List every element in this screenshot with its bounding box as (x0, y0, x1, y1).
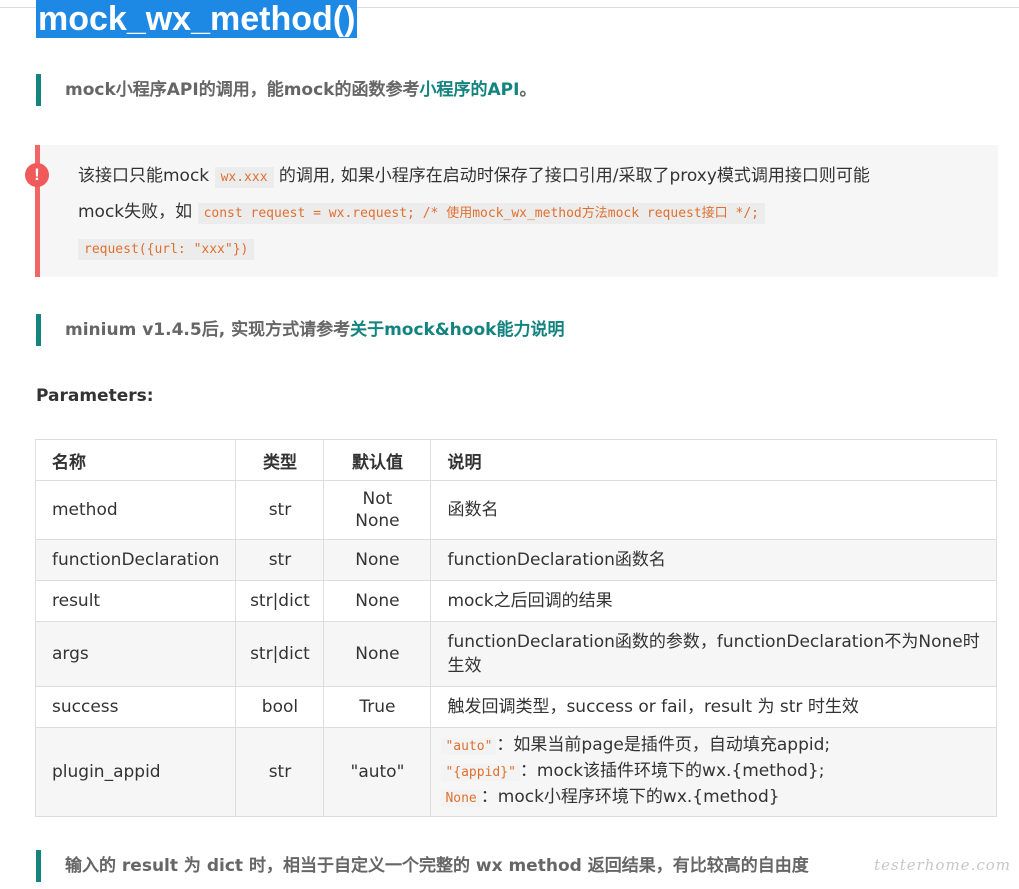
param-type: str (235, 727, 325, 817)
parameters-table: 名称 类型 默认值 说明 method str Not None 函数名 fun… (34, 439, 997, 817)
param-default: True (323, 686, 432, 728)
param-default: Not None (323, 480, 432, 540)
request-call-code: request({url: "xxx"}) (78, 239, 255, 260)
table-header-row: 名称 类型 默认值 说明 (34, 439, 997, 481)
param-description: 函数名 (430, 480, 997, 540)
intro-quote-text: mock小程序API的调用，能mock的函数参考 (65, 80, 420, 100)
version-quote: minium v1.4.5后, 实现方式请参考关于mock&hook能力说明 (36, 314, 564, 346)
table-row: result str|dict None mock之后回调的结果 (34, 580, 997, 622)
mock-hook-link[interactable]: 关于mock&hook能力说明 (350, 320, 564, 340)
intro-quote: mock小程序API的调用，能mock的函数参考小程序的API。 (36, 74, 536, 106)
table-row: method str Not None 函数名 (34, 480, 997, 540)
warning-line1-b: 的调用, 如果小程序在启动时保存了接口引用/采取了proxy模式调用接口则可能 (273, 166, 870, 186)
header-type: 类型 (235, 439, 325, 481)
param-name: method (34, 480, 237, 540)
site-watermark: testerhome.com (874, 856, 1011, 874)
wx-xxx-code: wx.xxx (214, 167, 274, 188)
param-default: None (323, 539, 432, 581)
param-type: str (235, 480, 325, 540)
header-description: 说明 (430, 439, 997, 481)
note-code: "{appid}" (441, 764, 520, 781)
note-text: ：mock该插件环境下的wx.{method}; (519, 761, 825, 781)
param-default: None (323, 621, 432, 687)
warning-callout: ! 该接口只能mock wx.xxx 的调用, 如果小程序在启动时保存了接口引用… (25, 145, 998, 277)
param-description: 触发回调类型，success or fail，result 为 str 时生效 (430, 686, 997, 728)
parameters-heading: Parameters: (36, 386, 154, 406)
param-description: mock之后回调的结果 (430, 580, 997, 622)
header-default: 默认值 (323, 439, 432, 481)
exclamation-icon: ! (25, 163, 49, 187)
param-type: bool (235, 686, 325, 728)
param-name: success (34, 686, 237, 728)
table-row: success bool True 触发回调类型，success or fail… (34, 686, 997, 728)
warning-text: 该接口只能mock wx.xxx 的调用, 如果小程序在启动时保存了接口引用/采… (78, 159, 870, 267)
param-description: functionDeclaration函数名 (430, 539, 997, 581)
note-code: "auto" (441, 738, 497, 755)
result-dict-quote-text: 输入的 result 为 dict 时，相当于自定义一个完整的 wx metho… (65, 856, 809, 876)
note-code: None (441, 790, 481, 807)
note-line: "{appid}" ：mock该插件环境下的wx.{method}; (441, 759, 980, 785)
mini-program-api-link[interactable]: 小程序的API (420, 80, 520, 100)
param-description: "auto" ：如果当前page是插件页，自动填充appid; "{appid}"… (430, 727, 997, 817)
param-default: None (323, 580, 432, 622)
version-quote-text: minium v1.4.5后, 实现方式请参考 (65, 320, 351, 340)
note-line: "auto" ：如果当前page是插件页，自动填充appid; (441, 733, 980, 759)
table-row: functionDeclaration str None functionDec… (34, 539, 997, 581)
page-title: mock_wx_method() (36, 0, 358, 38)
note-line: None ：mock小程序环境下的wx.{method} (441, 785, 980, 811)
param-name: functionDeclaration (34, 539, 237, 581)
request-example-code: const request = wx.request; /* 使用mock_wx… (197, 203, 765, 224)
intro-quote-end: 。 (519, 80, 537, 100)
result-dict-quote: 输入的 result 为 dict 时，相当于自定义一个完整的 wx metho… (36, 850, 809, 882)
param-type: str (235, 539, 325, 581)
table-row: args str|dict None functionDeclaration函数… (34, 621, 997, 687)
warning-line1-a: 该接口只能mock (78, 166, 215, 186)
param-default: "auto" (323, 727, 432, 817)
header-name: 名称 (34, 439, 237, 481)
table-row: plugin_appid str "auto" "auto" ：如果当前page是… (34, 727, 997, 817)
param-name: plugin_appid (34, 727, 237, 817)
warning-line2-a: mock失败，如 (78, 202, 198, 222)
param-description: functionDeclaration函数的参数，functionDeclara… (430, 621, 997, 687)
param-name: result (34, 580, 237, 622)
param-type: str|dict (235, 621, 325, 687)
param-type: str|dict (235, 580, 325, 622)
note-text: ：如果当前page是插件页，自动填充appid; (496, 735, 831, 755)
note-text: ：mock小程序环境下的wx.{method} (480, 787, 780, 807)
param-name: args (34, 621, 237, 687)
